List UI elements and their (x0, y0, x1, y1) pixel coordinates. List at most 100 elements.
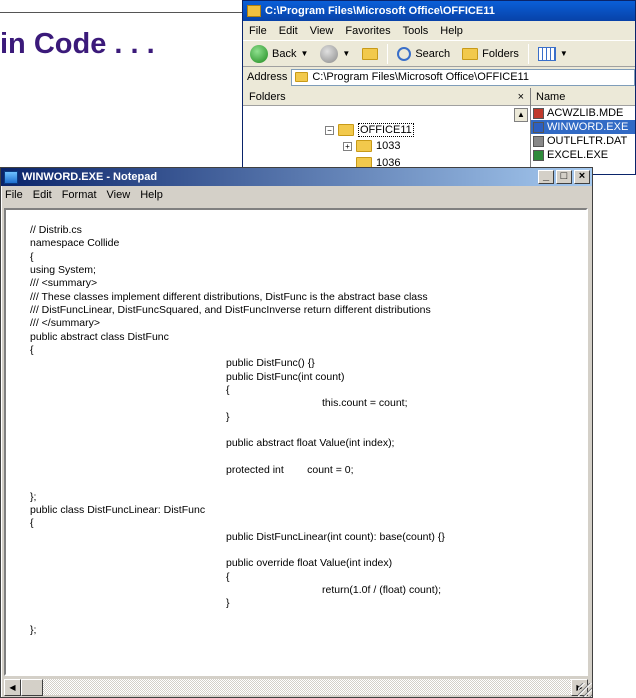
tree-item-1033[interactable]: + 1033 (343, 140, 400, 152)
address-input[interactable]: C:\Program Files\Microsoft Office\OFFICE… (291, 68, 635, 86)
file-name: OUTLFLTR.DAT (547, 135, 628, 147)
slide-divider (0, 12, 245, 13)
notepad-icon (4, 170, 18, 184)
window-controls: _ □ × (538, 170, 592, 184)
code-line: { (226, 384, 230, 396)
explorer-body: Folders × ▲ − OFFICE11 + 1033 1036 Name (243, 88, 635, 174)
code-line: this.count = count; (322, 397, 408, 409)
code-line: } (226, 597, 230, 609)
forward-button[interactable]: ▼ (317, 43, 353, 65)
folder-window-icon (247, 5, 261, 17)
toolbar-separator (527, 43, 529, 64)
back-button[interactable]: Back ▼ (247, 43, 311, 65)
forward-arrow-icon (320, 44, 339, 63)
maximize-button[interactable]: □ (556, 170, 572, 184)
excel-exe-icon (533, 149, 544, 161)
collapse-icon[interactable]: − (325, 125, 334, 135)
address-bar: Address C:\Program Files\Microsoft Offic… (243, 67, 635, 87)
code-line: using System; (30, 264, 96, 276)
tree-item-office11[interactable]: − OFFICE11 (325, 123, 414, 137)
menu-edit[interactable]: Edit (279, 25, 298, 37)
address-value: C:\Program Files\Microsoft Office\OFFICE… (312, 71, 529, 83)
folder-icon (295, 72, 309, 82)
toolbar-separator (387, 43, 389, 64)
folders-pane-header: Folders × (243, 88, 530, 106)
file-row[interactable]: OUTLFLTR.DAT (531, 134, 635, 148)
explorer-toolbar: Back ▼ ▼ Search Folders ▼ (243, 40, 635, 67)
text-editor-area[interactable]: // Distrib.cs namespace Collide { using … (4, 208, 588, 676)
up-folder-button[interactable] (359, 46, 381, 62)
code-line: public DistFunc() {} (226, 357, 315, 369)
word-exe-icon (533, 121, 544, 133)
explorer-titlebar[interactable]: C:\Program Files\Microsoft Office\OFFICE… (243, 1, 635, 21)
menu-file[interactable]: File (5, 189, 23, 201)
code-line: public DistFunc(int count) (226, 371, 345, 383)
code-line: public class DistFuncLinear: DistFunc (30, 504, 206, 516)
file-row[interactable]: ACWZLIB.MDE (531, 106, 635, 120)
horizontal-scrollbar[interactable]: ◀ ▶ (4, 678, 588, 696)
notepad-window: WINWORD.EXE - Notepad _ □ × File Edit Fo… (0, 167, 593, 698)
notepad-titlebar[interactable]: WINWORD.EXE - Notepad _ □ × (1, 168, 592, 186)
files-pane: Name ACWZLIB.MDE WINWORD.EXE OUTLFLTR.DA… (531, 88, 635, 174)
file-row[interactable]: EXCEL.EXE (531, 148, 635, 162)
folders-pane-title: Folders (249, 90, 286, 103)
notepad-title: WINWORD.EXE - Notepad (22, 171, 158, 183)
scrollbar-thumb[interactable] (21, 679, 43, 696)
up-folder-icon (362, 47, 379, 60)
code-line: /// </summary> (30, 317, 101, 329)
back-label: Back (272, 47, 297, 60)
resize-grip-icon[interactable] (578, 683, 592, 697)
code-line: namespace Collide (30, 237, 120, 249)
scroll-left-icon[interactable]: ◀ (4, 679, 21, 696)
code-line: }; (30, 624, 37, 636)
menu-edit[interactable]: Edit (33, 189, 52, 201)
close-button[interactable]: × (574, 170, 590, 184)
folders-button[interactable]: Folders (459, 46, 522, 62)
tree-item-label: OFFICE11 (358, 123, 414, 137)
folder-icon (356, 140, 372, 152)
code-line: /// These classes implement different di… (30, 291, 428, 303)
code-line: { (30, 517, 34, 529)
column-header-name[interactable]: Name (531, 88, 635, 106)
file-name: WINWORD.EXE (547, 121, 629, 133)
menu-file[interactable]: File (249, 25, 267, 37)
dat-file-icon (533, 135, 544, 147)
code-line: return(1.0f / (float) count); (322, 584, 442, 596)
dropdown-arrow-icon: ▼ (300, 49, 309, 58)
folders-icon (462, 47, 479, 60)
folder-open-icon (338, 124, 354, 136)
scroll-up-button[interactable]: ▲ (514, 108, 528, 122)
menu-view[interactable]: View (107, 189, 131, 201)
back-arrow-icon (250, 44, 268, 63)
menu-format[interactable]: Format (62, 189, 97, 201)
menu-favorites[interactable]: Favorites (345, 25, 390, 37)
menu-help[interactable]: Help (140, 189, 163, 201)
menu-tools[interactable]: Tools (403, 25, 429, 37)
close-icon[interactable]: × (518, 91, 524, 103)
search-button[interactable]: Search (394, 45, 453, 63)
file-name: ACWZLIB.MDE (547, 107, 624, 119)
code-line: } (226, 411, 230, 423)
code-line: /// DistFuncLinear, DistFuncSquared, and… (30, 304, 431, 316)
dropdown-arrow-icon: ▼ (559, 49, 568, 58)
code-line: { (30, 251, 34, 263)
tree-item-label: 1033 (376, 140, 401, 152)
slide-title: in Code . . . (0, 28, 155, 60)
menu-help[interactable]: Help (440, 25, 463, 37)
code-line: // Distrib.cs (30, 224, 82, 236)
minimize-button[interactable]: _ (538, 170, 554, 184)
mde-file-icon (533, 107, 544, 119)
search-label: Search (415, 47, 451, 60)
file-row[interactable]: WINWORD.EXE (531, 120, 635, 134)
search-icon (397, 46, 412, 61)
code-line: public DistFuncLinear(int count): base(c… (226, 531, 445, 543)
address-label: Address (247, 71, 288, 83)
views-button[interactable]: ▼ (535, 45, 571, 63)
code-line: { (226, 571, 230, 583)
folders-pane: Folders × ▲ − OFFICE11 + 1033 1036 (243, 88, 531, 174)
expand-icon[interactable]: + (343, 141, 352, 151)
file-name: EXCEL.EXE (547, 149, 609, 161)
menu-view[interactable]: View (310, 25, 334, 37)
code-line: public abstract class DistFunc (30, 331, 169, 343)
dropdown-arrow-icon: ▼ (342, 49, 351, 58)
